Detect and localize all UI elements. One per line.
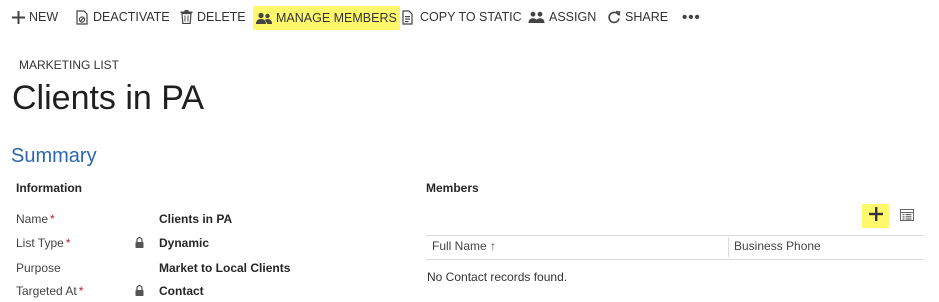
new-button[interactable]: NEW [12, 8, 58, 26]
field-label-list-type: List Type * [16, 236, 71, 250]
assign-label: ASSIGN [549, 10, 597, 24]
assign-button[interactable]: ASSIGN [528, 8, 596, 26]
field-label-name: Name * [16, 212, 55, 226]
more-commands-button[interactable]: ••• [682, 8, 701, 26]
delete-label: DELETE [197, 10, 246, 24]
more-icon: ••• [682, 8, 701, 26]
field-value-list-type: Dynamic [159, 236, 210, 250]
members-section-heading: Members [426, 181, 479, 195]
delete-button[interactable]: DELETE [180, 8, 246, 26]
plus-icon [12, 10, 25, 24]
new-label: NEW [29, 10, 59, 24]
copy-icon [402, 9, 416, 25]
field-label-targeted-at: Targeted At * [16, 284, 84, 298]
grid-divider [426, 259, 924, 260]
manage-members-label: MANAGE MEMBERS [276, 11, 397, 25]
required-indicator: * [50, 212, 55, 226]
trash-icon [180, 10, 193, 24]
column-header-business-phone[interactable]: Business Phone [734, 239, 821, 253]
lock-icon [135, 237, 144, 251]
column-header-full-name[interactable]: Full Name ↑ [432, 239, 496, 253]
information-section-heading: Information [16, 181, 82, 195]
members-icon [256, 12, 272, 25]
copy-to-static-label: COPY TO STATIC [420, 10, 522, 24]
field-row-list-type: List Type * Dynamic [16, 236, 416, 254]
field-value-targeted-at: Contact [159, 284, 204, 298]
share-button[interactable]: SHARE [607, 8, 668, 26]
manage-members-button[interactable]: MANAGE MEMBERS [253, 6, 400, 30]
copy-to-static-button[interactable]: COPY TO STATIC [402, 8, 522, 26]
grid-view-icon[interactable] [900, 209, 915, 227]
deactivate-icon [75, 9, 89, 25]
required-indicator: * [65, 236, 71, 250]
share-label: SHARE [625, 10, 669, 24]
assign-icon [528, 11, 545, 24]
summary-tab-heading[interactable]: Summary [11, 144, 97, 168]
command-bar: NEW DEACTIVATE DELETE MANAGE MEMBERS COP… [0, 0, 939, 34]
entity-type-label: MARKETING LIST [19, 58, 120, 72]
grid-divider [426, 235, 924, 236]
column-divider [728, 237, 729, 257]
field-row-targeted-at: Targeted At * Contact [16, 284, 416, 302]
field-value-name[interactable]: Clients in PA [159, 212, 232, 226]
field-value-purpose[interactable]: Market to Local Clients [159, 261, 290, 275]
empty-grid-message: No Contact records found. [427, 270, 568, 284]
page-title: Clients in PA [12, 79, 205, 117]
add-member-button[interactable] [862, 204, 889, 228]
field-row-name: Name * Clients in PA [16, 212, 416, 230]
deactivate-label: DEACTIVATE [93, 10, 170, 24]
share-icon [607, 10, 621, 24]
deactivate-button[interactable]: DEACTIVATE [75, 8, 170, 26]
field-label-purpose: Purpose [16, 261, 61, 275]
required-indicator: * [78, 284, 84, 298]
plus-icon [868, 206, 883, 226]
field-row-purpose: Purpose Market to Local Clients [16, 261, 416, 279]
lock-icon [135, 285, 144, 299]
